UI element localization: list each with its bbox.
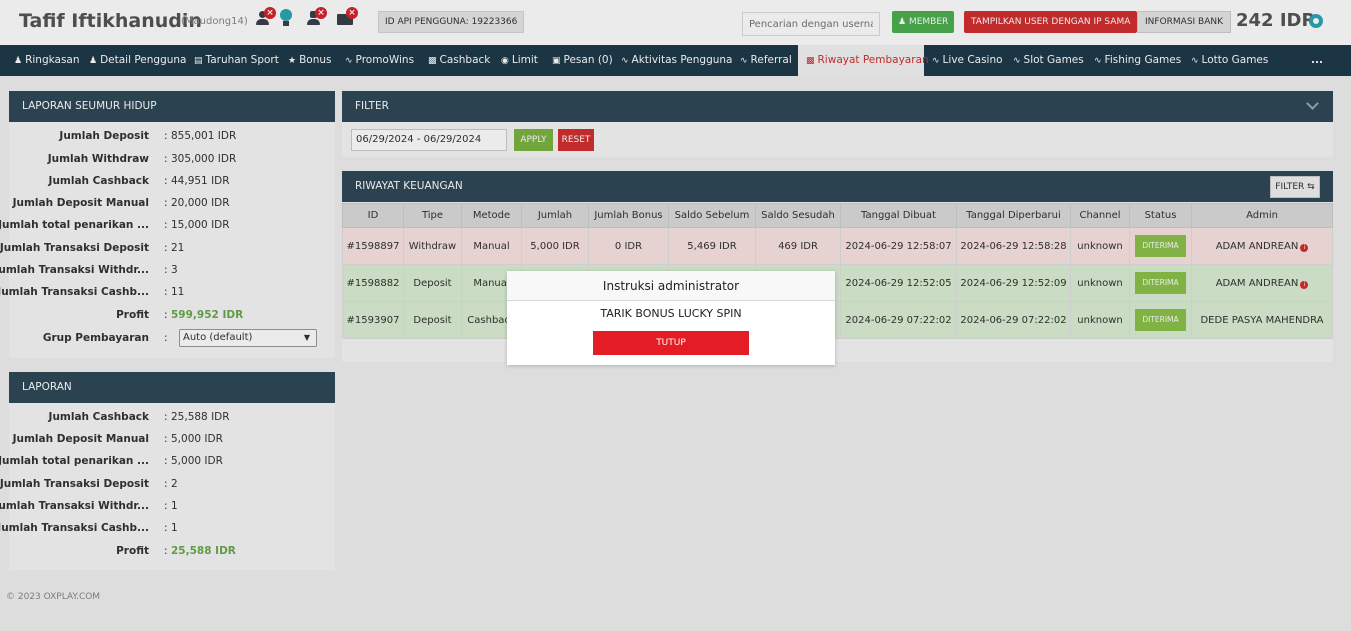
modal-title: Instruksi administrator [507, 271, 835, 301]
close-button[interactable]: TUTUP [593, 331, 749, 355]
admin-instruction-modal: Instruksi administrator TARIK BONUS LUCK… [507, 271, 835, 365]
modal-message: TARIK BONUS LUCKY SPIN [600, 307, 742, 320]
